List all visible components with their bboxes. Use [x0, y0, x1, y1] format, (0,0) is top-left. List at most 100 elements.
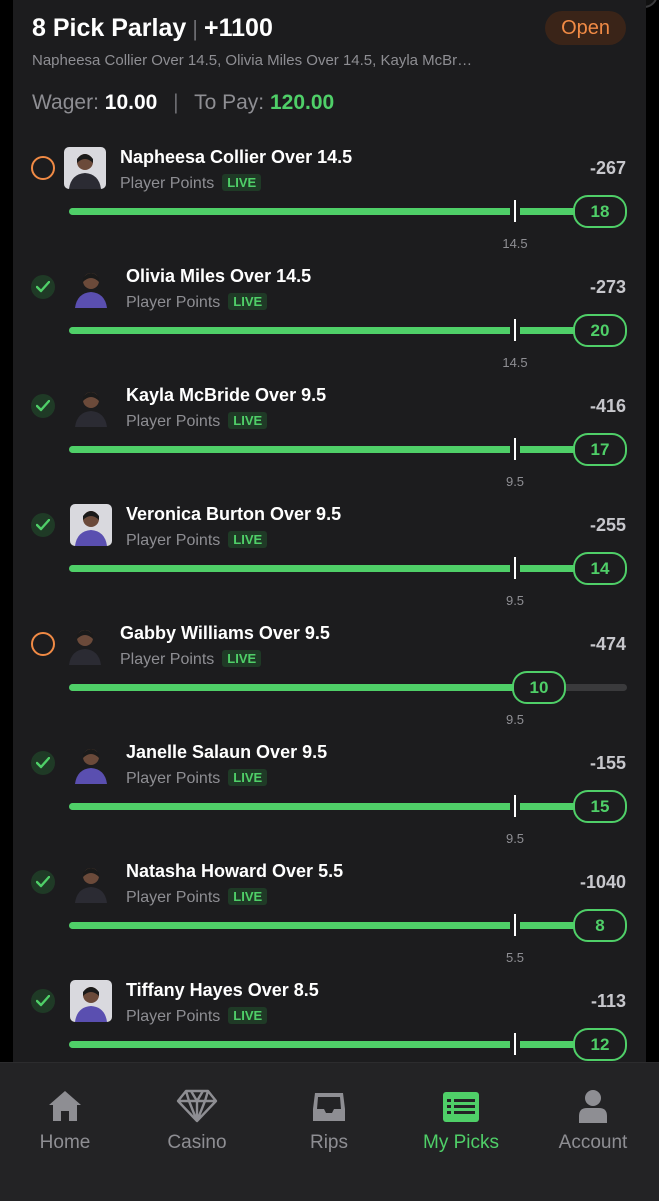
- pick-type: Player Points: [126, 1008, 221, 1025]
- parlay-subtitle: Napheesa Collier Over 14.5, Olivia Miles…: [32, 52, 473, 69]
- nav-rips[interactable]: Rips: [274, 1083, 384, 1154]
- progress-track: 9.5 15: [69, 790, 627, 846]
- pick-type: Player Points: [120, 175, 215, 192]
- player-avatar: [70, 385, 112, 427]
- nav-my-picks[interactable]: My Picks: [406, 1083, 516, 1154]
- pick-row[interactable]: Veronica Burton Over 9.5 Player Points LIV…: [13, 498, 646, 617]
- line-tick: [514, 795, 516, 817]
- pick-row[interactable]: Tiffany Hayes Over 8.5 Player Points LIVE -…: [13, 974, 646, 1062]
- pick-odds: -474: [589, 634, 626, 654]
- current-value-bubble: 17: [573, 433, 627, 466]
- pick-type-row: Player Points LIVE: [126, 1007, 268, 1026]
- diamond-icon: [142, 1083, 252, 1123]
- pick-odds: -267: [589, 158, 626, 178]
- progress-track: 5.5 8: [69, 909, 627, 965]
- pick-type-row: Player Points LIVE: [126, 531, 268, 550]
- check-icon: [31, 275, 55, 299]
- to-pay-value: 120.00: [270, 91, 335, 114]
- progress-track: 8.512: [69, 1028, 627, 1061]
- line-label: 14.5: [502, 236, 528, 251]
- nav-account[interactable]: Account: [538, 1083, 648, 1154]
- pick-type-row: Player Points LIVE: [126, 888, 268, 907]
- pick-odds: -1040: [579, 872, 626, 892]
- player-avatar: [70, 504, 112, 546]
- line-label: 14.5: [502, 355, 528, 370]
- progress-track: 9.5 17: [69, 433, 627, 489]
- pick-type-row: Player Points LIVE: [126, 769, 268, 788]
- pick-row[interactable]: Kayla McBride Over 9.5 Player Points LIVE -…: [13, 379, 646, 498]
- user-icon: [538, 1083, 648, 1123]
- nav-casino[interactable]: Casino: [142, 1083, 252, 1154]
- progress-fill: [69, 208, 607, 215]
- progress-track: 9.5 14: [69, 552, 627, 608]
- pick-row[interactable]: Janelle Salaun Over 9.5 Player Points LIVE…: [13, 736, 646, 855]
- wager-value: 10.00: [104, 91, 158, 114]
- progress-fill: [69, 327, 607, 334]
- line-label: 9.5: [505, 831, 525, 846]
- bottom-nav: Home Casino Rips My Picks Account: [0, 1062, 659, 1201]
- parlay-title: 8 Pick Parlay | +1100: [32, 14, 273, 43]
- check-icon: [31, 870, 55, 894]
- line-tick: [514, 438, 516, 460]
- wager-row: Wager: 10.00 | To Pay: 120.00: [32, 91, 334, 115]
- current-value-bubble: 20: [573, 314, 627, 347]
- line-tick: [514, 914, 516, 936]
- pick-name: Kayla McBride Over 9.5: [126, 385, 327, 405]
- line-label: 9.5: [505, 593, 525, 608]
- progress-fill: [69, 922, 607, 929]
- pick-type: Player Points: [126, 532, 221, 549]
- nav-casino-label: Casino: [167, 1132, 227, 1153]
- progress-track: 9.5 10: [69, 671, 627, 727]
- line-label: 9.5: [505, 712, 525, 727]
- line-tick: [514, 200, 516, 222]
- pick-odds: -113: [590, 991, 626, 1011]
- nav-rips-label: Rips: [309, 1132, 348, 1153]
- current-value-bubble: 10: [512, 671, 566, 704]
- pick-type-row: Player Points LIVE: [126, 412, 268, 431]
- parlay-odds: +1100: [204, 14, 273, 42]
- progress-fill: [69, 565, 607, 572]
- line-tick: [514, 557, 516, 579]
- player-avatar: [70, 861, 112, 903]
- pick-row[interactable]: Napheesa Collier Over 14.5 Player Points L…: [13, 141, 646, 260]
- current-value-bubble: 18: [573, 195, 627, 228]
- pick-row[interactable]: Natasha Howard Over 5.5 Player Points LIVE…: [13, 855, 646, 974]
- live-badge: LIVE: [228, 769, 268, 786]
- player-avatar: [70, 980, 112, 1022]
- pick-odds: -155: [589, 753, 626, 773]
- player-avatar: [70, 742, 112, 784]
- live-badge: LIVE: [228, 1007, 268, 1024]
- progress-fill: [69, 684, 543, 691]
- progress-fill: [69, 1041, 607, 1048]
- nav-account-label: Account: [558, 1132, 628, 1153]
- pick-name: Veronica Burton Over 9.5: [126, 504, 342, 524]
- to-pay-label: To Pay:: [194, 91, 265, 114]
- inbox-icon: [274, 1083, 384, 1123]
- parlay-title-text: 8 Pick Parlay: [32, 14, 187, 42]
- current-value-bubble: 12: [573, 1028, 627, 1061]
- pending-circle-icon: [31, 156, 55, 180]
- title-separator: |: [192, 16, 199, 41]
- check-icon: [31, 394, 55, 418]
- progress-track: 14.5 20: [69, 314, 627, 370]
- pick-type-row: Player Points LIVE: [126, 293, 268, 312]
- player-avatar: [70, 266, 112, 308]
- pick-type: Player Points: [120, 651, 215, 668]
- live-badge: LIVE: [228, 293, 268, 310]
- line-label: 9.5: [505, 474, 525, 489]
- pick-row[interactable]: Gabby Williams Over 9.5 Player Points LIVE…: [13, 617, 646, 736]
- current-value-bubble: 8: [573, 909, 627, 942]
- pick-odds: -416: [589, 396, 626, 416]
- live-badge: LIVE: [228, 531, 268, 548]
- pick-type-row: Player Points LIVE: [120, 650, 262, 669]
- pick-name: Janelle Salaun Over 9.5: [126, 742, 328, 762]
- live-badge: LIVE: [222, 174, 262, 191]
- check-icon: [31, 989, 55, 1013]
- pick-row[interactable]: Olivia Miles Over 14.5 Player Points LIVE -…: [13, 260, 646, 379]
- nav-home[interactable]: Home: [10, 1083, 120, 1154]
- pick-name: Napheesa Collier Over 14.5: [120, 147, 353, 167]
- progress-fill: [69, 803, 607, 810]
- current-value-bubble: 15: [573, 790, 627, 823]
- player-avatar: [64, 147, 106, 189]
- check-icon: [31, 751, 55, 775]
